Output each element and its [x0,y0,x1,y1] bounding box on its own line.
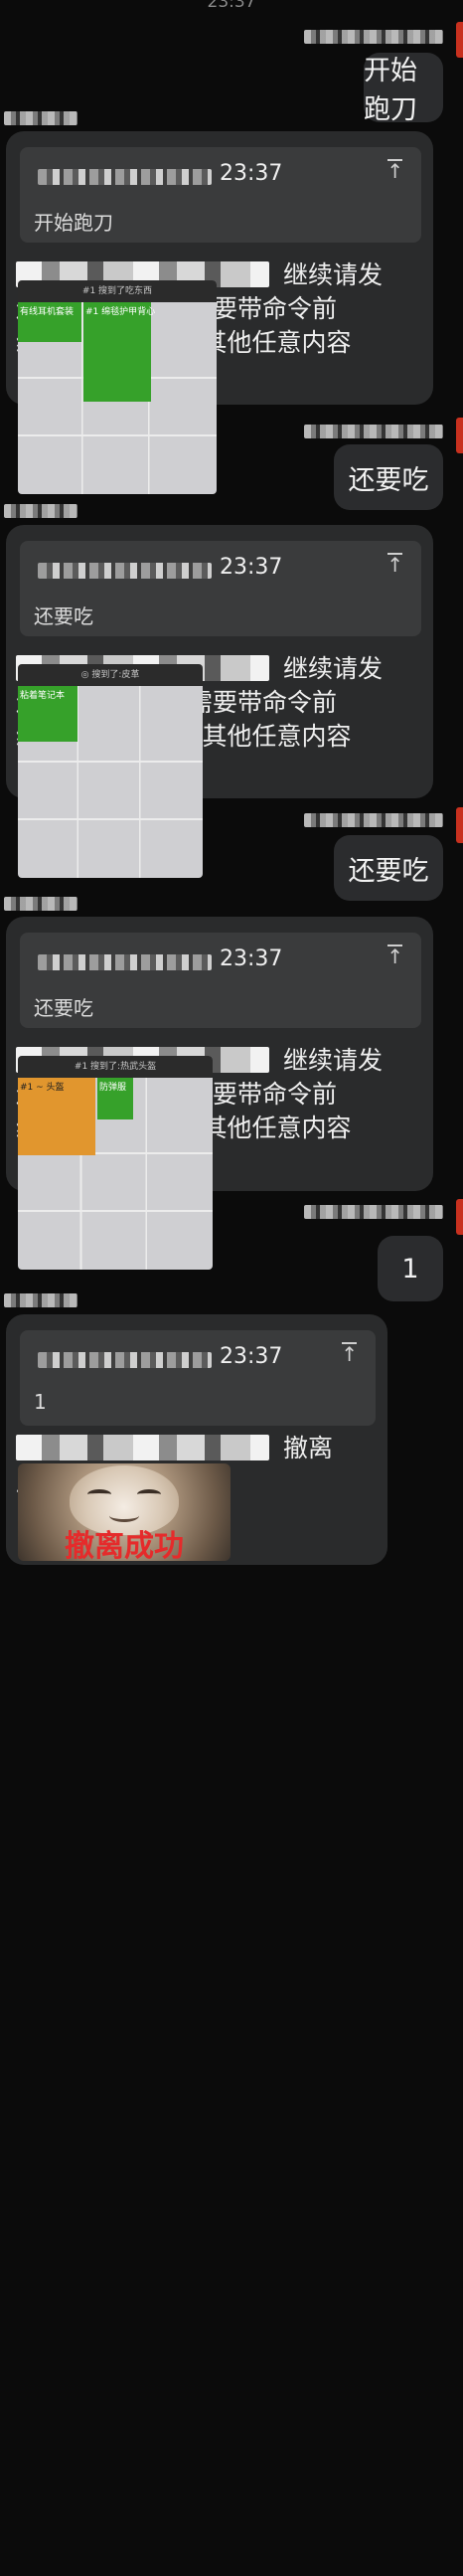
loot-cell: #1 绵毯护甲背心 [83,302,155,402]
quoted-message[interactable]: 23:37 ↑ 还要吃 [20,541,421,636]
quoted-message[interactable]: 23:37 ↑ 1 [20,1330,376,1426]
loot-cell: #1 ~ 头盔 [18,1078,95,1155]
loot-grid-image[interactable]: #1 搜到了吃东西 有线耳机套装 #1 绵毯护甲背心 [18,280,217,494]
quote-text: 还要吃 [34,996,93,1020]
avatar[interactable] [456,22,463,58]
message-text: 还要吃 [348,855,429,887]
cat-eye [87,1489,111,1499]
quote-sender-name [38,169,212,185]
message-bubble-incoming[interactable]: 23:37 ↑ 1 撤离成功 撤离成功 [6,1314,387,1565]
quote-time: 23:37 [220,1344,283,1369]
message-text: 开始跑刀 [364,56,417,125]
loot-cell: 防弹服 [97,1078,133,1119]
grid-title: #1 搜到了:热武头盔 [18,1056,213,1078]
sender-name [304,30,443,44]
quoted-message[interactable]: 23:37 ↑ 开始跑刀 [20,147,421,243]
mention-tag [16,1435,269,1460]
loot-item-label: #1 ~ 头盔 [20,1083,65,1093]
quote-text: 还要吃 [34,604,93,628]
grid-title: #1 搜到了吃东西 [18,280,217,302]
loot-item-label: 有线耳机套装 [20,307,75,317]
jump-to-message-icon[interactable]: ↑ [341,1342,358,1364]
sender-name [4,897,77,911]
sender-name [304,425,443,438]
sender-name [4,111,77,125]
loot-cell: 有线耳机套装 [18,302,81,342]
message-bubble-outgoing[interactable]: 开始跑刀 [364,53,443,125]
message-bubble-outgoing[interactable]: 1 [378,1236,443,1301]
message-text: 1 [401,1253,419,1285]
sender-name [304,813,443,827]
sender-name [4,1293,77,1307]
sender-name [304,1205,443,1219]
quote-sender-name [38,563,212,579]
avatar[interactable] [456,418,463,453]
status-time: 23:37 [207,0,256,12]
avatar[interactable] [456,807,463,843]
sender-name [4,504,77,518]
image-caption: 撤离成功 [65,1529,184,1561]
quoted-message[interactable]: 23:37 ↑ 还要吃 [20,933,421,1028]
quote-text: 1 [34,1390,47,1414]
message-bubble-incoming[interactable]: 23:37 ↑ 还要吃 继续请发送"还要吃"（不需要带命令前缀），撤离则发送其他… [6,917,433,1270]
quote-time: 23:37 [220,555,283,580]
loot-grid-image[interactable]: ◎ 搜到了:皮革 粘着笔记本 [18,664,203,878]
quote-time: 23:37 [220,161,283,186]
jump-to-message-icon[interactable]: ↑ [386,159,403,181]
loot-item-label: 粘着笔记本 [20,691,66,701]
message-text: 还要吃 [348,464,429,496]
quote-sender-name [38,954,212,970]
loot-item-label: 防弹服 [99,1083,127,1093]
jump-to-message-icon[interactable]: ↑ [386,553,403,575]
message-bubble-outgoing[interactable]: 还要吃 [334,835,443,901]
loot-item-label: #1 绵毯护甲背心 [85,307,156,317]
quote-time: 23:37 [220,946,283,971]
avatar[interactable] [456,1199,463,1235]
quote-text: 开始跑刀 [34,211,113,235]
grid-title: ◎ 搜到了:皮革 [18,664,203,686]
quote-sender-name [38,1352,212,1368]
jump-to-message-icon[interactable]: ↑ [386,945,403,966]
message-bubble-outgoing[interactable]: 还要吃 [334,444,443,510]
message-bubble-incoming[interactable]: 23:37 ↑ 还要吃 继续请发送"还要吃"（不需要带命令前缀），撤离则发送其他… [6,525,433,878]
loot-cell: 粘着笔记本 [18,686,77,742]
cat-eye [137,1489,161,1499]
message-bubble-incoming[interactable]: 23:37 ↑ 开始跑刀 继续请发送"还要吃"（不需要带命令前缀），撤离则发送其… [6,131,433,494]
cat-meme-image[interactable]: 撤离成功 [18,1463,231,1561]
loot-grid-image[interactable]: #1 搜到了:热武头盔 #1 ~ 头盔 防弹服 [18,1056,213,1270]
